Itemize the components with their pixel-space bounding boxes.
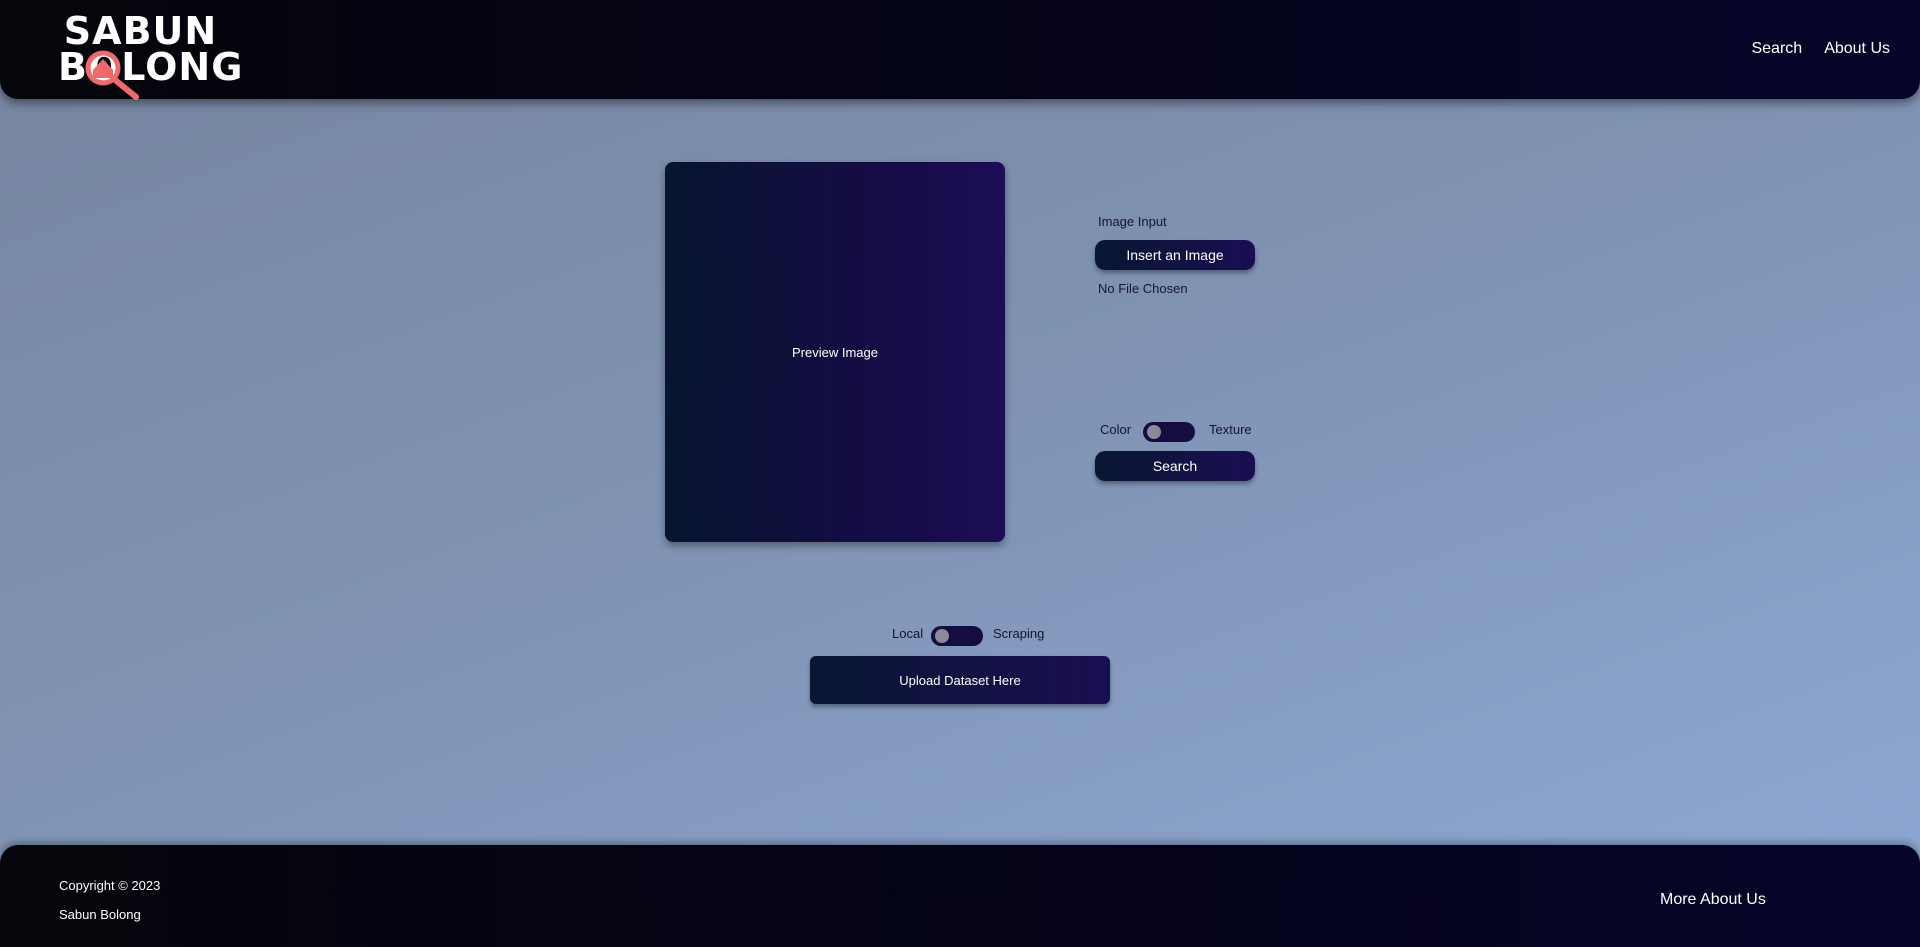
image-input-label: Image Input bbox=[1098, 214, 1167, 229]
texture-mode-label: Texture bbox=[1209, 422, 1252, 437]
toggle-knob bbox=[935, 629, 949, 643]
more-about-us-link[interactable]: More About Us bbox=[1660, 891, 1766, 909]
top-navbar: SABUN BOLONG Search About Us bbox=[0, 0, 1920, 100]
preview-image-panel: Preview Image bbox=[665, 162, 1005, 542]
color-mode-label: Color bbox=[1100, 422, 1132, 437]
local-scraping-toggle[interactable] bbox=[931, 626, 983, 646]
magnifier-house-icon bbox=[85, 50, 139, 100]
preview-image-label: Preview Image bbox=[792, 344, 878, 360]
search-button[interactable]: Search bbox=[1095, 451, 1255, 481]
main-nav: Search About Us bbox=[1751, 40, 1890, 58]
file-status-text: No File Chosen bbox=[1098, 281, 1188, 296]
color-texture-toggle[interactable] bbox=[1143, 422, 1195, 442]
local-dataset-label: Local bbox=[892, 626, 924, 641]
company-name: Sabun Bolong bbox=[59, 907, 141, 922]
footer: Copyright © 2023 Sabun Bolong More About… bbox=[0, 845, 1920, 947]
upload-dataset-button[interactable]: Upload Dataset Here bbox=[810, 656, 1110, 704]
nav-search-link[interactable]: Search bbox=[1751, 40, 1802, 58]
sabun-bolong-logo[interactable]: SABUN BOLONG bbox=[58, 12, 242, 100]
copyright-text: Copyright © 2023 bbox=[59, 878, 161, 893]
nav-about-us-link[interactable]: About Us bbox=[1824, 40, 1890, 58]
scraping-dataset-label: Scraping bbox=[993, 626, 1045, 641]
toggle-knob bbox=[1147, 425, 1161, 439]
insert-image-button[interactable]: Insert an Image bbox=[1095, 240, 1255, 270]
